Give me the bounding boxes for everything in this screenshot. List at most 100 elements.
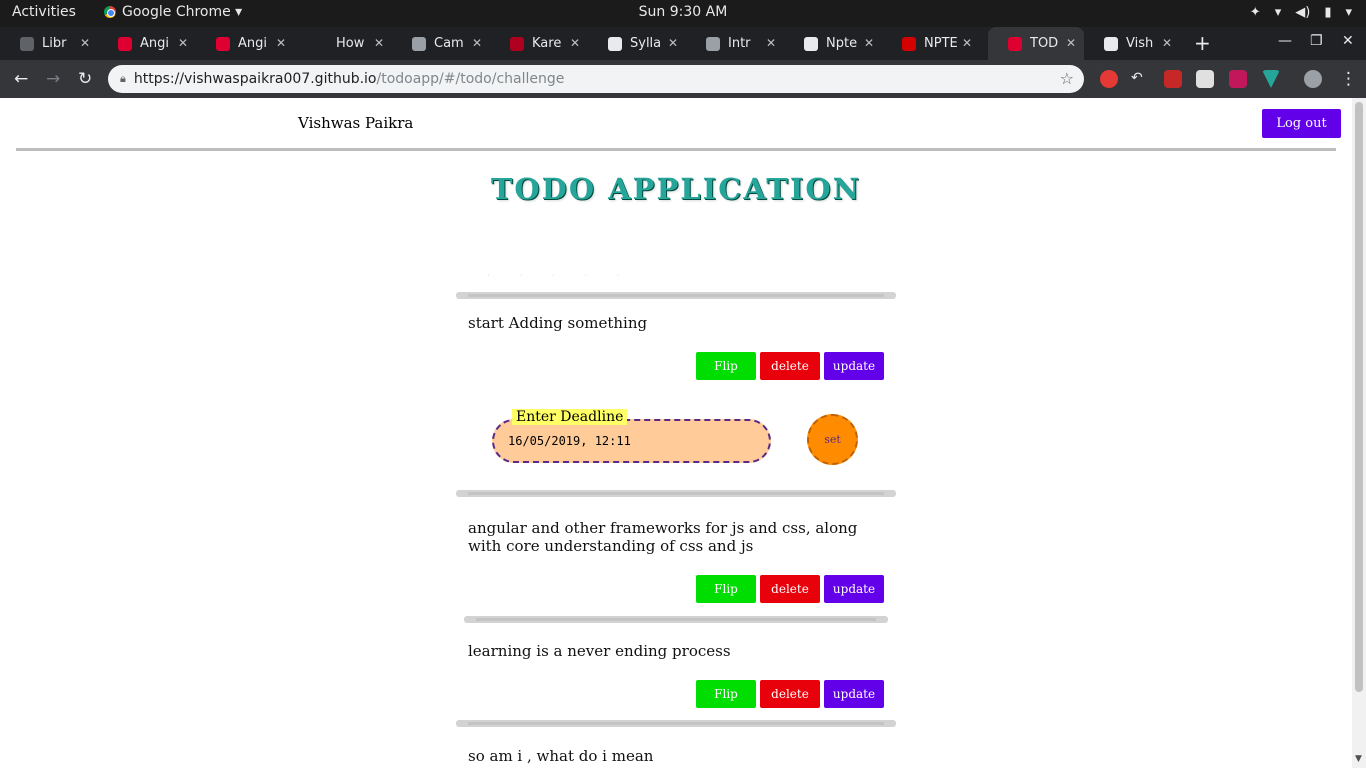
set-deadline-button[interactable]: set [807, 414, 858, 465]
forward-arrow-icon[interactable]: → [46, 69, 60, 89]
profile-avatar[interactable] [1304, 70, 1322, 88]
extension-icon[interactable] [1100, 70, 1118, 88]
tab-favicon [706, 36, 720, 51]
deadline-value[interactable]: 16/05/2019, 12:11 [508, 434, 631, 448]
tab-favicon [20, 36, 34, 51]
network-icon: ▾ [1274, 5, 1282, 20]
todo-divider [456, 490, 896, 497]
address-path: /todoapp/#/todo/challenge [376, 71, 565, 87]
update-button[interactable]: update [824, 352, 884, 380]
tab-close-icon[interactable]: ✕ [472, 36, 482, 50]
tab-favicon [804, 36, 818, 51]
tab-close-icon[interactable]: ✕ [1066, 36, 1076, 50]
scroll-down-arrow-icon[interactable]: ▼ [1355, 754, 1362, 764]
todo-divider [456, 292, 896, 299]
browser-tab[interactable]: Cam ✕ [392, 27, 490, 60]
flip-button[interactable]: Flip [696, 352, 756, 380]
tab-favicon [314, 36, 328, 51]
browser-tab-strip: Libr ✕ Angi ✕ Angi ✕ How ✕ Cam ✕ Kare ✕ … [0, 27, 1366, 60]
tab-close-icon[interactable]: ✕ [766, 36, 776, 50]
chevron-down-icon: ▾ [1345, 5, 1352, 20]
tab-favicon [216, 36, 230, 51]
browser-tab-active[interactable]: TOD ✕ [988, 27, 1084, 60]
puzzle-icon[interactable]: ✦ [1250, 5, 1261, 20]
tab-favicon [608, 36, 622, 51]
browser-tab[interactable]: Npte ✕ [784, 27, 882, 60]
tab-title: Angi [140, 36, 169, 51]
delete-button[interactable]: delete [760, 680, 820, 708]
faint-placeholder-text: . . . . . [487, 268, 633, 279]
tab-close-icon[interactable]: ✕ [1162, 36, 1172, 50]
browser-toolbar: ← → ↻ 🔒︎ https://vishwaspaikra007.github… [0, 60, 1366, 98]
tab-title: Vish [1126, 36, 1154, 51]
delete-button[interactable]: delete [760, 352, 820, 380]
todo-item-text: learning is a never ending process [468, 642, 731, 660]
window-close-icon[interactable]: ✕ [1342, 33, 1354, 49]
browser-tab[interactable]: Intr ✕ [686, 27, 784, 60]
browser-tab[interactable]: Angi ✕ [98, 27, 196, 60]
lock-icon[interactable]: 🔒︎ [120, 72, 126, 86]
browser-tab[interactable]: NPTE ✕ [882, 27, 980, 60]
tab-close-icon[interactable]: ✕ [80, 36, 90, 50]
extension-icon[interactable]: ↶ [1131, 70, 1149, 88]
reload-icon[interactable]: ↻ [78, 69, 92, 89]
update-button[interactable]: update [824, 575, 884, 603]
browser-tab[interactable]: How ✕ [294, 27, 392, 60]
page-title: TODO APPLICATION [490, 172, 862, 206]
more-menu-icon[interactable]: ⋮ [1340, 69, 1357, 89]
browser-tab[interactable]: Vish ✕ [1084, 27, 1180, 60]
battery-icon: ▮ [1324, 5, 1332, 20]
header-divider [16, 148, 1336, 151]
user-name: Vishwas Paikra [298, 114, 414, 132]
browser-tab[interactable]: Kare ✕ [490, 27, 588, 60]
tab-title: Angi [238, 36, 267, 51]
tab-favicon [412, 36, 426, 51]
tab-close-icon[interactable]: ✕ [178, 36, 188, 50]
todo-divider [456, 720, 896, 727]
system-tray[interactable]: ✦ ▾ ◀) ▮ ▾ [1250, 5, 1352, 20]
logout-button[interactable]: Log out [1262, 109, 1341, 138]
back-arrow-icon[interactable]: ← [14, 69, 28, 89]
tab-favicon [1008, 36, 1022, 51]
extension-icon[interactable] [1262, 70, 1280, 88]
system-clock[interactable]: Sun 9:30 AM [0, 4, 1366, 20]
tab-title: Libr [42, 36, 67, 51]
maximize-icon[interactable]: ❐ [1310, 33, 1323, 49]
tab-close-icon[interactable]: ✕ [864, 36, 874, 50]
tab-close-icon[interactable]: ✕ [276, 36, 286, 50]
tab-title: TOD [1030, 36, 1059, 51]
tab-close-icon[interactable]: ✕ [668, 36, 678, 50]
page-scrollbar[interactable]: ▼ [1352, 98, 1366, 768]
delete-button[interactable]: delete [760, 575, 820, 603]
todo-page: Vishwas Paikra Log out TODO APPLICATION … [0, 98, 1352, 768]
tab-close-icon[interactable]: ✕ [570, 36, 580, 50]
tab-close-icon[interactable]: ✕ [374, 36, 384, 50]
address-url: https://vishwaspaikra007.github.io [133, 71, 377, 87]
browser-tab[interactable]: Sylla ✕ [588, 27, 686, 60]
tab-title: Intr [728, 36, 751, 51]
bookmark-star-icon[interactable]: ☆ [1060, 69, 1074, 88]
tab-favicon [1104, 36, 1118, 51]
update-button[interactable]: update [824, 680, 884, 708]
tab-favicon [902, 36, 916, 51]
todo-item-text: start Adding something [468, 314, 648, 332]
browser-tab[interactable]: Angi ✕ [196, 27, 294, 60]
todo-divider [464, 616, 888, 623]
tab-title: Sylla [630, 36, 662, 51]
extension-icon[interactable] [1164, 70, 1182, 88]
browser-tab[interactable]: Libr ✕ [0, 27, 98, 60]
new-tab-plus-icon[interactable]: + [1194, 31, 1211, 55]
scrollbar-thumb[interactable] [1355, 102, 1363, 692]
todo-item-text: angular and other frameworks for js and … [468, 519, 858, 555]
system-top-bar: Activities Google Chrome ▾ Sun 9:30 AM ✦… [0, 0, 1366, 27]
flip-button[interactable]: Flip [696, 575, 756, 603]
tab-close-icon[interactable]: ✕ [962, 36, 972, 50]
tab-favicon [118, 36, 132, 51]
tab-title: Cam [434, 36, 464, 51]
extension-icon[interactable] [1229, 70, 1247, 88]
extension-icon[interactable] [1196, 70, 1214, 88]
deadline-input[interactable]: Enter Deadline 16/05/2019, 12:11 [492, 409, 771, 463]
minimize-icon[interactable]: — [1278, 33, 1292, 49]
address-bar[interactable]: 🔒︎ https://vishwaspaikra007.github.io /t… [108, 65, 1084, 93]
flip-button[interactable]: Flip [696, 680, 756, 708]
